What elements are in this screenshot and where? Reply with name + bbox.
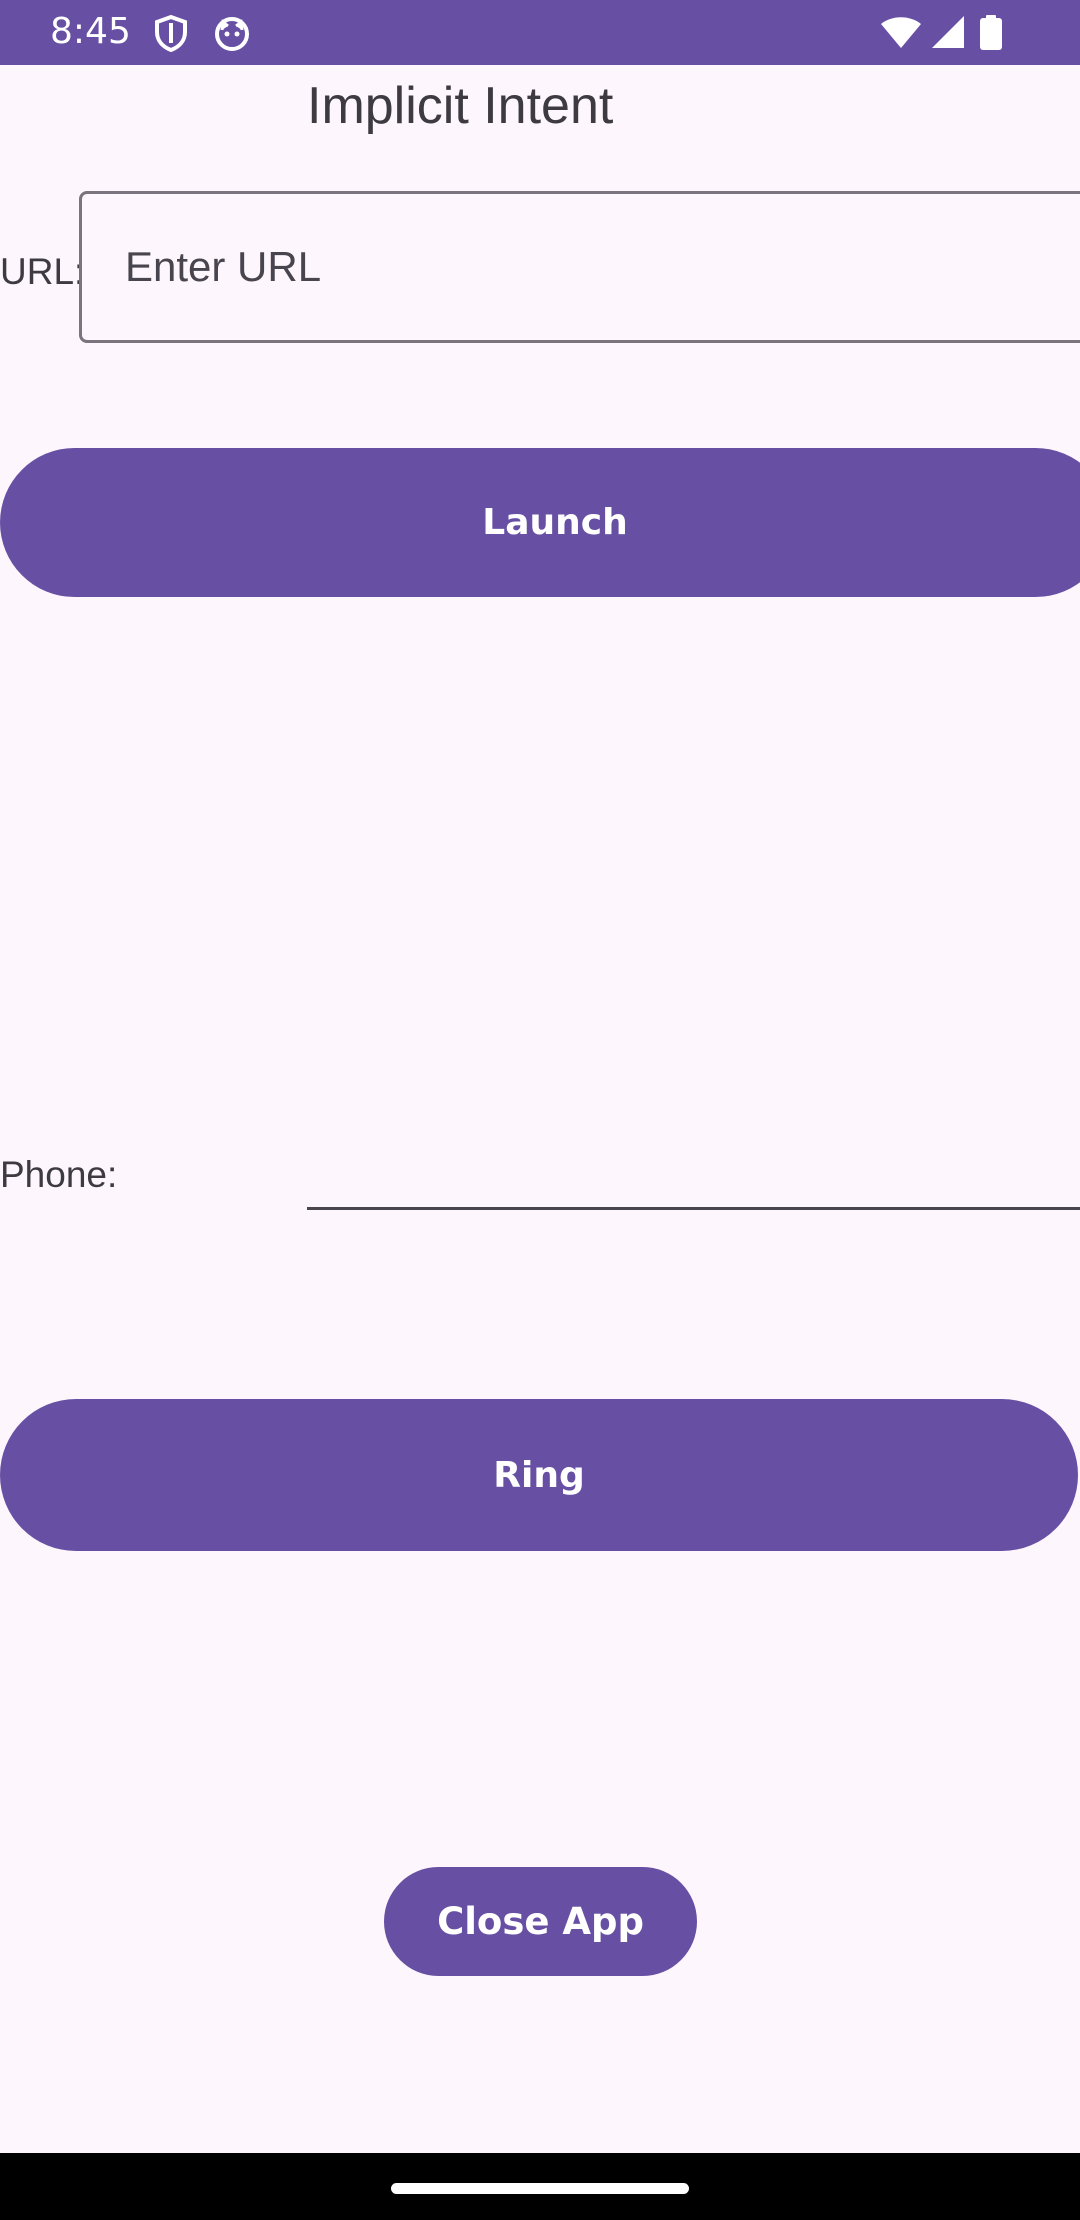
page-title: Implicit Intent	[307, 77, 614, 135]
phone-input[interactable]	[307, 1130, 1080, 1210]
phone-label: Phone:	[0, 1154, 118, 1195]
launch-button-label: Launch	[482, 502, 628, 543]
url-label: URL:	[0, 251, 85, 292]
battery-icon	[978, 14, 1004, 52]
wifi-icon	[880, 14, 922, 52]
status-bar: 8:45	[0, 0, 1080, 65]
close-app-button[interactable]: Close App	[384, 1867, 697, 1976]
status-time: 8:45	[50, 11, 131, 52]
close-app-button-label: Close App	[437, 1900, 644, 1943]
home-gesture-handle[interactable]	[391, 2183, 689, 2194]
ring-button[interactable]: Ring	[0, 1399, 1078, 1551]
cat-icon	[213, 14, 251, 52]
signal-icon	[928, 14, 966, 52]
shield-icon	[152, 14, 190, 53]
app-screen: 8:45 Implicit Intent URL: Enter URL Laun…	[0, 0, 1080, 2220]
url-input[interactable]	[79, 191, 1080, 343]
launch-button[interactable]: Launch	[0, 448, 1080, 597]
ring-button-label: Ring	[493, 1454, 585, 1496]
